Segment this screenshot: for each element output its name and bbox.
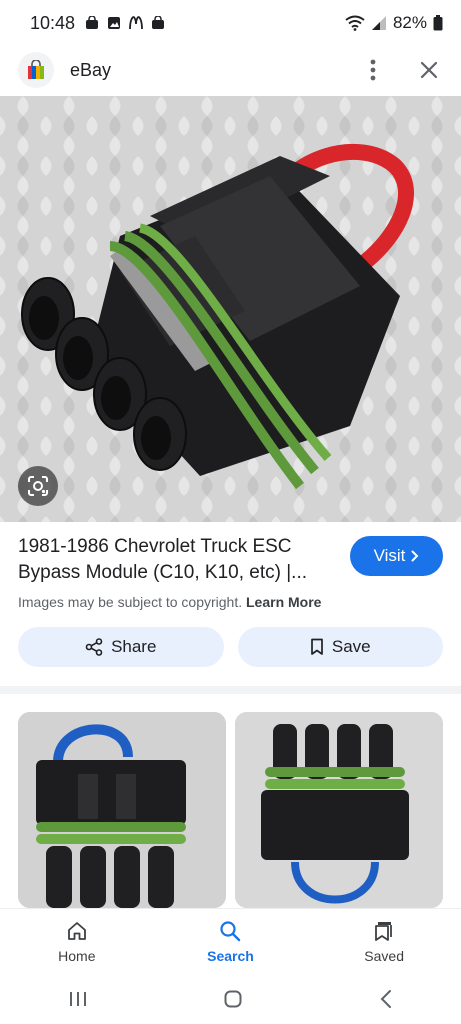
photo-notification-icon	[108, 17, 121, 29]
visit-button[interactable]: Visit	[350, 536, 443, 576]
mcdonalds-notification-icon	[129, 16, 143, 30]
nav-saved[interactable]: Saved	[329, 920, 439, 964]
section-divider	[0, 686, 461, 694]
wifi-icon	[345, 15, 365, 31]
share-icon	[85, 638, 103, 656]
notification-icons	[85, 16, 165, 30]
search-icon	[220, 920, 241, 941]
product-image[interactable]	[0, 96, 461, 522]
related-image-1[interactable]	[18, 712, 226, 908]
blue-wire-connector-photo	[18, 712, 226, 908]
home-button-icon[interactable]	[223, 989, 243, 1009]
copyright-notice: Images may be subject to copyright. Lear…	[18, 594, 443, 610]
nav-search[interactable]: Search	[175, 920, 285, 964]
system-nav	[0, 974, 461, 1024]
status-bar: 10:48 82%	[0, 0, 461, 46]
more-vert-icon	[370, 59, 376, 81]
site-name: eBay	[70, 59, 112, 80]
bottom-nav: Home Search Saved	[0, 908, 461, 974]
status-time: 10:48	[30, 12, 76, 33]
more-options-button[interactable]	[359, 56, 387, 84]
bag-notification-icon	[86, 16, 99, 29]
share-label: Share	[111, 637, 157, 656]
action-row: Share Save	[18, 627, 443, 667]
close-button[interactable]	[415, 56, 443, 84]
battery-icon	[433, 15, 443, 31]
result-info: 1981-1986 Chevrolet Truck ESC Bypass Mod…	[18, 534, 443, 610]
save-label: Save	[331, 637, 371, 656]
shopping-bag-icon	[28, 60, 44, 79]
related-images	[18, 712, 443, 908]
lens-icon	[28, 476, 48, 496]
nav-search-label: Search	[207, 947, 254, 964]
save-button[interactable]: Save	[237, 627, 443, 667]
visit-label: Visit	[373, 546, 406, 565]
system-status: 82%	[345, 13, 443, 33]
header-actions	[359, 56, 443, 84]
battery-percent: 82%	[392, 13, 427, 32]
chevron-right-icon	[411, 550, 419, 562]
nav-home[interactable]: Home	[22, 920, 132, 964]
close-icon	[420, 61, 438, 79]
recent-apps-icon[interactable]	[68, 990, 88, 1008]
ebay-favicon	[18, 52, 54, 88]
google-lens-button[interactable]	[18, 466, 58, 506]
learn-more-link[interactable]: Learn More	[246, 594, 321, 610]
related-image-2[interactable]	[235, 712, 443, 908]
nav-home-label: Home	[58, 947, 96, 964]
connector-photo	[0, 96, 461, 522]
nav-saved-label: Saved	[364, 947, 404, 964]
home-icon	[67, 921, 86, 940]
result-title[interactable]: 1981-1986 Chevrolet Truck ESC Bypass Mod…	[18, 534, 328, 586]
app-header: eBay	[0, 46, 461, 94]
connector-side-photo	[235, 712, 443, 908]
back-icon[interactable]	[379, 989, 393, 1009]
signal-icon	[371, 16, 386, 30]
saved-icon	[375, 921, 393, 941]
copyright-text: Images may be subject to copyright.	[18, 594, 243, 610]
bag-notification-icon-2	[152, 16, 165, 29]
share-button[interactable]: Share	[18, 627, 224, 667]
bookmark-icon	[311, 638, 323, 655]
